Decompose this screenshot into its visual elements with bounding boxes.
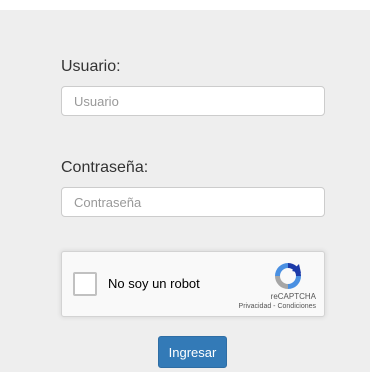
recaptcha-widget: No soy un robot reCAPTCHA Privacidad - C… (61, 251, 325, 317)
recaptcha-links: Privacidad - Condiciones (239, 303, 316, 310)
user-input[interactable] (61, 86, 325, 116)
privacy-link[interactable]: Privacidad (239, 303, 272, 310)
recaptcha-checkbox[interactable] (73, 272, 97, 296)
terms-link[interactable]: Condiciones (277, 303, 316, 310)
user-label: Usuario: (61, 58, 121, 75)
recaptcha-brand: reCAPTCHA (270, 292, 316, 301)
password-label: Contraseña: (61, 159, 149, 176)
password-input[interactable] (61, 187, 325, 217)
recaptcha-label: No soy un robot (108, 276, 200, 291)
login-panel: Usuario: Contraseña: No soy un robot reC… (0, 10, 370, 372)
submit-button[interactable]: Ingresar (158, 336, 227, 368)
recaptcha-logo-icon (275, 263, 301, 289)
